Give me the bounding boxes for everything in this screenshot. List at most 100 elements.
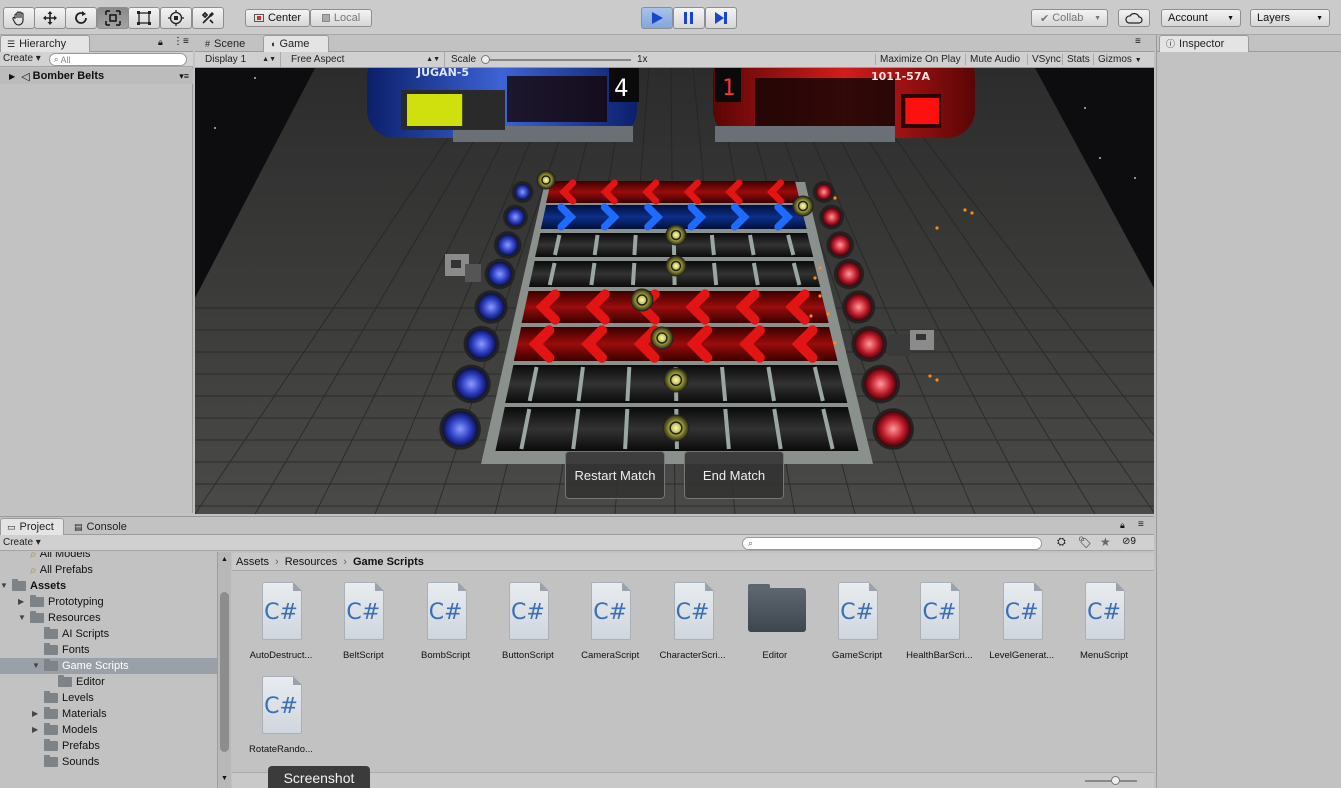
- end-match-button[interactable]: End Match: [684, 451, 784, 499]
- gizmos-dropdown[interactable]: Gizmos ▼: [1093, 54, 1145, 65]
- tab-inspector[interactable]: ⓘ Inspector: [1159, 35, 1249, 52]
- asset-script[interactable]: C# BombScript: [405, 580, 487, 670]
- tree-item[interactable]: ▼ Resources: [0, 610, 217, 626]
- project-create-dropdown[interactable]: Create ▾: [3, 537, 41, 548]
- tree-item[interactable]: ⌕ All Prefabs: [0, 562, 217, 578]
- expand-arrow-icon[interactable]: ▼: [0, 578, 12, 594]
- expand-arrow-icon[interactable]: ▶: [32, 706, 44, 722]
- maximize-on-play-toggle[interactable]: Maximize On Play: [875, 54, 961, 65]
- pivot-local-toggle[interactable]: Local: [310, 9, 372, 27]
- tree-item[interactable]: ⌕ All Models: [0, 552, 217, 562]
- expand-arrow-icon[interactable]: ▼: [32, 658, 44, 674]
- folder-icon: [44, 659, 58, 671]
- move-tool-icon[interactable]: [34, 7, 66, 29]
- tab-console[interactable]: ▤ Console: [68, 518, 138, 535]
- star: [254, 77, 256, 79]
- expand-arrow-icon[interactable]: ▶: [32, 722, 44, 738]
- panel-menu-icon[interactable]: ⋮≡: [173, 36, 189, 47]
- scale-slider[interactable]: [483, 59, 631, 61]
- game-view[interactable]: JUGAN-5 4 1 1011-57A Restart Match End M…: [195, 68, 1154, 514]
- asset-script[interactable]: C# LevelGenerat...: [981, 580, 1063, 670]
- asset-script[interactable]: C# ButtonScript: [487, 580, 569, 670]
- scroll-up-icon[interactable]: ▲: [221, 556, 228, 563]
- tab-hierarchy[interactable]: ☰ Hierarchy: [0, 35, 90, 52]
- tab-project[interactable]: ▭ Project: [0, 518, 64, 535]
- red-lane-button: [854, 329, 885, 359]
- lock-icon[interactable]: 🔒︎: [158, 37, 163, 48]
- project-search-input[interactable]: ⌕: [742, 537, 1042, 550]
- tree-item[interactable]: Sounds: [0, 754, 217, 770]
- tree-item[interactable]: AI Scripts: [0, 626, 217, 642]
- rotate-tool-icon[interactable]: [65, 7, 97, 29]
- breadcrumb-item-assets[interactable]: Assets: [236, 556, 269, 568]
- asset-script[interactable]: C# CharacterScri...: [652, 580, 734, 670]
- pivot-center-toggle[interactable]: Center: [245, 9, 310, 27]
- scale-slider-thumb[interactable]: [481, 55, 490, 64]
- rect-tool-icon[interactable]: [128, 7, 160, 29]
- play-button[interactable]: [641, 7, 673, 29]
- panel-menu-icon[interactable]: ≡: [1138, 519, 1144, 530]
- asset-script[interactable]: C# BeltScript: [322, 580, 404, 670]
- hierarchy-create-dropdown[interactable]: Create ▾: [3, 53, 41, 64]
- tree-scrollbar[interactable]: ▲ ▼: [217, 552, 231, 788]
- asset-folder[interactable]: Editor: [734, 580, 816, 670]
- filter-label-icon[interactable]: 🏷︎: [1078, 536, 1092, 549]
- asset-script[interactable]: C# GameScript: [816, 580, 898, 670]
- lock-icon[interactable]: 🔒︎: [1120, 520, 1125, 531]
- scroll-down-icon[interactable]: ▼: [221, 775, 228, 782]
- asset-script[interactable]: C# HealthBarScri...: [898, 580, 980, 670]
- tree-item[interactable]: Levels: [0, 690, 217, 706]
- tree-item[interactable]: ▼ Game Scripts: [0, 658, 217, 674]
- step-button[interactable]: [705, 7, 737, 29]
- asset-script[interactable]: C# RotateRando...: [240, 674, 322, 764]
- tree-item[interactable]: Fonts: [0, 642, 217, 658]
- asset-label: MenuScript: [1079, 650, 1129, 661]
- stats-toggle[interactable]: Stats: [1062, 54, 1090, 65]
- expand-arrow-icon[interactable]: ▼: [18, 610, 30, 626]
- star: [1084, 107, 1086, 109]
- hierarchy-scene-row[interactable]: ▶ ◁ Bomber Belts ▾≡: [0, 68, 193, 84]
- custom-tool-icon[interactable]: [192, 7, 224, 29]
- game-icon: ◖: [270, 39, 276, 49]
- breadcrumb-item-game-scripts[interactable]: Game Scripts: [353, 556, 424, 568]
- asset-label: RotateRando...: [249, 744, 313, 755]
- transform-tool-icon[interactable]: [160, 7, 192, 29]
- icon-size-slider-thumb[interactable]: [1111, 776, 1120, 785]
- hand-tool-icon[interactable]: [3, 7, 35, 29]
- screenshot-tooltip[interactable]: Screenshot: [268, 766, 370, 788]
- hidden-packages-toggle[interactable]: ⊘9: [1122, 536, 1136, 547]
- tab-game[interactable]: ◖ Game: [263, 35, 329, 52]
- panel-menu-icon[interactable]: ≡: [1135, 36, 1141, 47]
- mute-audio-toggle[interactable]: Mute Audio: [965, 54, 1020, 65]
- favorite-star-icon[interactable]: ★: [1100, 535, 1111, 549]
- account-dropdown[interactable]: Account ▼: [1161, 9, 1241, 27]
- tree-item[interactable]: ▶ Prototyping: [0, 594, 217, 610]
- collab-dropdown[interactable]: ✔ Collab ▼: [1031, 9, 1108, 27]
- scene-menu-icon[interactable]: ▾≡: [179, 71, 189, 82]
- tree-item[interactable]: Prefabs: [0, 738, 217, 754]
- tree-scrollbar-thumb[interactable]: [220, 592, 229, 752]
- tree-item[interactable]: ▶ Materials: [0, 706, 217, 722]
- inspector-panel: ⓘ Inspector: [1156, 35, 1341, 788]
- expand-arrow-icon[interactable]: ▶: [9, 72, 15, 81]
- belt-slat: [623, 408, 630, 450]
- expand-arrow-icon[interactable]: ▶: [18, 594, 30, 610]
- aspect-dropdown[interactable]: Free Aspect ▲▼: [285, 52, 445, 67]
- asset-script[interactable]: C# AutoDestruct...: [240, 580, 322, 670]
- scale-tool-icon[interactable]: [97, 7, 129, 29]
- tree-item[interactable]: Editor: [0, 674, 217, 690]
- restart-match-button[interactable]: Restart Match: [565, 451, 665, 499]
- pause-button[interactable]: [673, 7, 705, 29]
- cloud-button[interactable]: [1118, 9, 1150, 27]
- asset-script[interactable]: C# CameraScript: [569, 580, 651, 670]
- tree-item[interactable]: ▶ Models: [0, 722, 217, 738]
- breadcrumb-item-resources[interactable]: Resources: [285, 556, 338, 568]
- display-dropdown[interactable]: Display 1 ▲▼: [199, 52, 281, 67]
- tab-scene[interactable]: # Scene: [199, 35, 259, 52]
- layers-dropdown[interactable]: Layers ▼: [1250, 9, 1330, 27]
- hierarchy-search-input[interactable]: ⌕ All: [49, 53, 187, 66]
- tree-item[interactable]: ▼ Assets: [0, 578, 217, 594]
- vsync-toggle[interactable]: VSync: [1027, 54, 1061, 65]
- filter-type-icon[interactable]: ⛭: [1057, 536, 1066, 549]
- asset-script[interactable]: C# MenuScript: [1063, 580, 1145, 670]
